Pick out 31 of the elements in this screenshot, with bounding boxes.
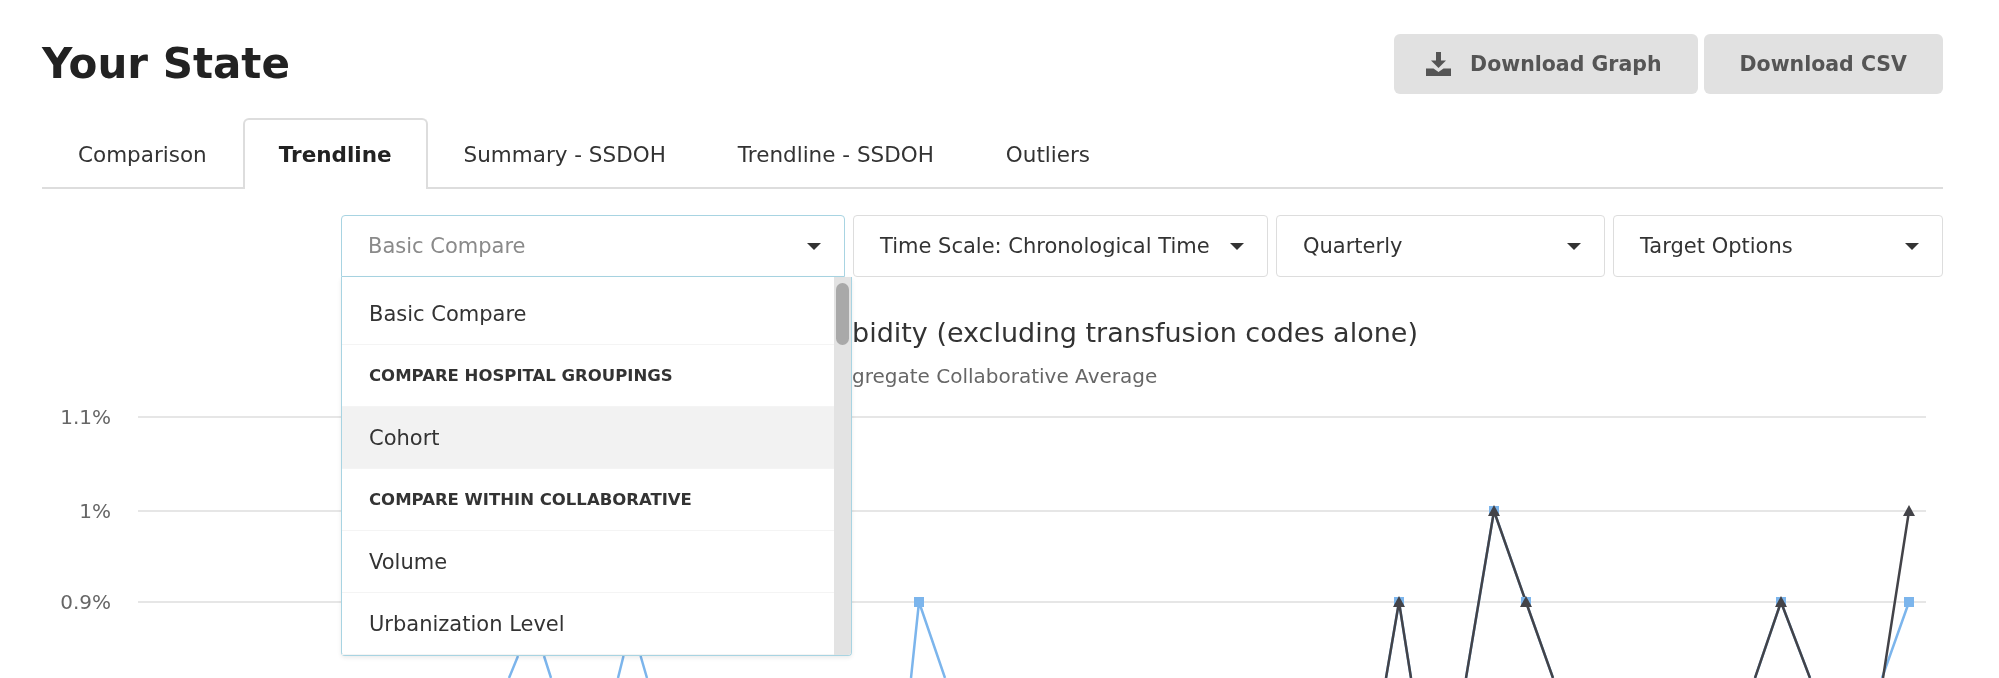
scrollbar[interactable] bbox=[834, 277, 851, 655]
square-marker bbox=[914, 597, 924, 607]
stacked-marker bbox=[1488, 505, 1500, 516]
tab[interactable]: Comparison bbox=[42, 118, 243, 189]
y-axis-label: 0.9% bbox=[60, 590, 111, 614]
caret-icon bbox=[1567, 242, 1581, 250]
download-icon bbox=[1426, 52, 1452, 76]
tab[interactable]: Summary - SSDOH bbox=[427, 118, 702, 189]
chart-subtitle: gregate Collaborative Average bbox=[852, 363, 1158, 389]
tab[interactable]: Outliers bbox=[969, 118, 1127, 189]
stacked-marker bbox=[1775, 596, 1787, 607]
tab[interactable]: Trendline - SSDOH bbox=[701, 118, 970, 189]
chart-title: bidity (excluding transfusion codes alone) bbox=[852, 316, 1418, 350]
download-button[interactable]: Download CSV bbox=[1703, 34, 1943, 94]
tab[interactable]: Trendline bbox=[242, 118, 428, 189]
menu-option[interactable]: Cohort bbox=[342, 407, 834, 469]
caret-icon bbox=[1230, 242, 1244, 250]
y-axis-label: 1% bbox=[79, 499, 111, 523]
dropdown[interactable]: Target Options bbox=[1613, 215, 1943, 277]
download-button[interactable]: Download Graph bbox=[1394, 34, 1698, 94]
dropdown[interactable]: Quarterly bbox=[1276, 215, 1605, 277]
caret-icon bbox=[1905, 242, 1919, 250]
caret-icon bbox=[807, 242, 821, 250]
stacked-marker bbox=[1393, 596, 1405, 607]
scrollbar-thumb[interactable] bbox=[836, 283, 849, 345]
page-title: Your State bbox=[42, 38, 290, 90]
square-marker bbox=[1904, 597, 1914, 607]
stacked-marker bbox=[1520, 596, 1532, 607]
y-axis-label: 1.1% bbox=[60, 405, 111, 429]
triangle-marker bbox=[1903, 505, 1915, 516]
dropdown[interactable]: Time Scale: Chronological Time bbox=[853, 215, 1268, 277]
